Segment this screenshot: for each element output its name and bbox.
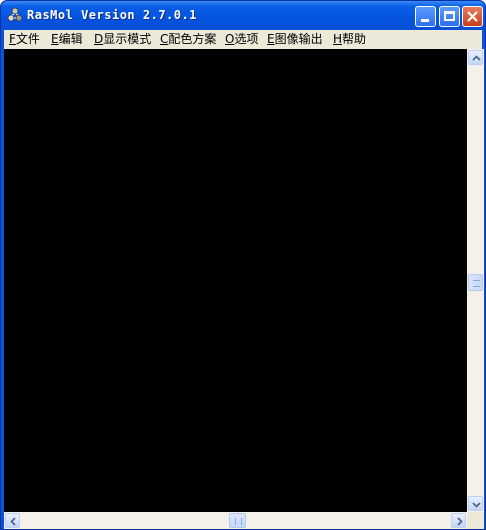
scroll-up-button[interactable] [468,50,483,65]
horizontal-scroll-thumb[interactable] [229,513,246,528]
menu-help[interactable]: H帮助 [333,32,366,47]
arrow-right-icon [457,517,463,526]
scroll-left-button[interactable] [5,513,20,528]
rasmol-window: RasMol Version 2.7.0.1 F文件 E编辑 D显示模式 C配色… [0,0,486,530]
menu-label: 帮助 [342,32,367,46]
menu-mnemonic: D [94,32,104,46]
menu-file[interactable]: F文件 [9,32,40,47]
vertical-scrollbar[interactable] [467,49,484,512]
menu-label: 文件 [15,32,40,46]
arrow-up-icon [472,55,481,61]
menu-colours[interactable]: C配色方案 [160,32,216,47]
arrow-left-icon [10,517,16,526]
menu-export[interactable]: E图像输出 [267,32,323,47]
title-bar[interactable]: RasMol Version 2.7.0.1 [1,1,485,30]
size-grip [467,512,484,529]
minimize-button[interactable] [415,6,436,27]
close-button[interactable] [462,6,483,27]
menu-mnemonic: E [267,32,275,46]
maximize-button[interactable] [439,6,460,27]
menu-label: 显示模式 [103,32,152,46]
menu-bar: F文件 E编辑 D显示模式 C配色方案 O选项 E图像输出 H帮助 [4,30,482,49]
close-icon [467,11,478,22]
thumb-grip [473,280,480,287]
arrow-down-icon [472,502,481,508]
molecule-canvas[interactable] [4,49,467,512]
minimize-icon [421,19,429,22]
menu-edit[interactable]: E编辑 [51,32,83,47]
menu-label: 图像输出 [274,32,323,46]
window-title: RasMol Version 2.7.0.1 [27,8,197,22]
scroll-right-button[interactable] [451,513,466,528]
menu-label: 编辑 [58,32,83,46]
menu-options[interactable]: O选项 [225,32,258,47]
menu-label: 配色方案 [168,32,217,46]
scroll-down-button[interactable] [468,496,483,511]
menu-display[interactable]: D显示模式 [94,32,151,47]
menu-mnemonic: H [333,32,343,46]
menu-label: 选项 [234,32,259,46]
thumb-grip [235,518,242,525]
maximize-icon [444,11,455,21]
menu-mnemonic: F [9,32,16,46]
menu-mnemonic: E [51,32,59,46]
molecule-icon [7,7,23,22]
horizontal-scrollbar[interactable] [4,512,467,529]
vertical-scroll-thumb[interactable] [468,274,483,291]
